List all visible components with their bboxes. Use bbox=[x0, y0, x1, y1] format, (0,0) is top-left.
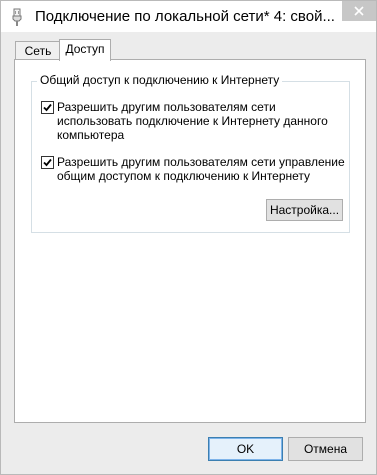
window-title: Подключение по локальной сети* 4: свой..… bbox=[35, 8, 335, 25]
cancel-button[interactable]: Отмена bbox=[288, 437, 363, 461]
allow-connect-label: Разрешить другим пользователям сети испо… bbox=[57, 100, 328, 142]
tab-network[interactable]: Сеть bbox=[15, 41, 61, 60]
settings-button[interactable]: Настройка... bbox=[266, 199, 343, 221]
sharing-panel: Общий доступ к подключению к Интернету Р… bbox=[14, 59, 366, 423]
ok-button[interactable]: OK bbox=[208, 437, 283, 461]
group-title: Общий доступ к подключению к Интернету bbox=[37, 73, 283, 87]
allow-connect-option[interactable]: Разрешить другим пользователям сети испо… bbox=[41, 100, 346, 142]
allow-control-checkbox[interactable] bbox=[41, 156, 54, 169]
allow-control-option[interactable]: Разрешить другим пользователям сети упра… bbox=[41, 155, 346, 185]
checkmark-icon bbox=[43, 158, 52, 167]
allow-connect-checkbox[interactable] bbox=[41, 101, 54, 114]
title-bar[interactable]: Подключение по локальной сети* 4: свой..… bbox=[1, 1, 376, 32]
tab-sharing[interactable]: Доступ bbox=[59, 39, 111, 61]
network-adapter-icon bbox=[12, 8, 22, 26]
allow-control-label: Разрешить другим пользователям сети упра… bbox=[57, 155, 345, 183]
close-icon bbox=[354, 6, 364, 16]
properties-dialog: Подключение по локальной сети* 4: свой..… bbox=[0, 0, 377, 475]
ics-groupbox: Общий доступ к подключению к Интернету Р… bbox=[31, 73, 350, 233]
close-button[interactable] bbox=[342, 1, 376, 21]
checkmark-icon bbox=[43, 103, 52, 112]
